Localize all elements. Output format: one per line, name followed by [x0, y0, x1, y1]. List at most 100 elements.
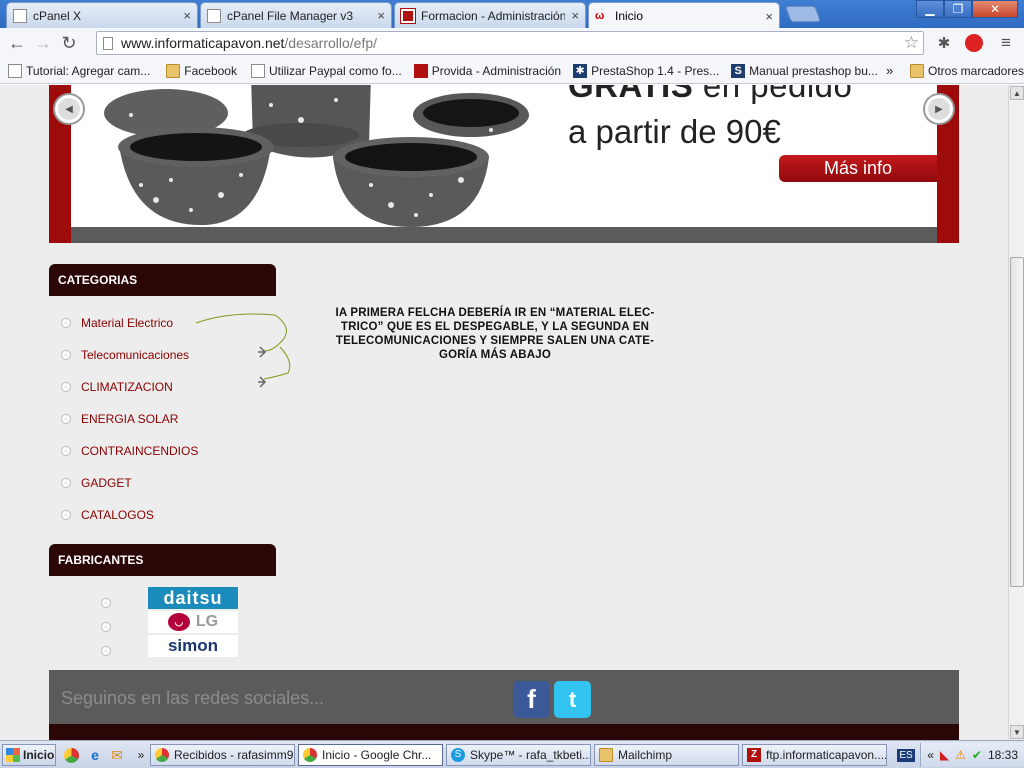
- close-icon[interactable]: ×: [377, 8, 385, 23]
- folder-icon: [910, 63, 924, 78]
- bookmark-label: Tutorial: Agregar cam...: [26, 63, 151, 78]
- page-icon: [13, 8, 27, 23]
- page-icon: [8, 63, 22, 78]
- ie-icon[interactable]: e: [86, 746, 104, 764]
- bullet-icon: [101, 622, 111, 632]
- tab-file-manager[interactable]: cPanel File Manager v3 ×: [200, 2, 392, 28]
- taskbar-item[interactable]: Mailchimp: [594, 744, 739, 766]
- close-window-button[interactable]: ✕: [972, 0, 1018, 18]
- category-item[interactable]: CONTRAINCENDIOS: [61, 444, 198, 458]
- daitsu-logo[interactable]: daitsu: [148, 587, 238, 609]
- page-viewport: GRATIS en pedido a partir de 90€ Más inf…: [0, 85, 1008, 740]
- taskbar-item[interactable]: Inicio - Google Chr...: [298, 744, 443, 766]
- bookmark-label: Otros marcadores: [928, 63, 1024, 78]
- start-button[interactable]: Inicio: [2, 743, 56, 766]
- tab-formacion[interactable]: Formacion - Administración ×: [394, 2, 586, 28]
- category-label: CLIMATIZACION: [81, 380, 173, 394]
- chrome-icon[interactable]: [62, 746, 80, 764]
- bookmark-item[interactable]: S Manual prestashop bu...: [727, 63, 882, 78]
- other-bookmarks[interactable]: Otros marcadores: [906, 63, 1024, 78]
- vertical-scrollbar[interactable]: ▲ ▼: [1008, 85, 1024, 740]
- forward-button[interactable]: →: [30, 30, 56, 56]
- new-tab-button[interactable]: [785, 6, 821, 22]
- bullet-icon: [61, 414, 71, 424]
- chrome-icon: [303, 748, 317, 762]
- promo-headline-rest: en pedido: [693, 85, 853, 104]
- category-item[interactable]: CLIMATIZACION: [61, 380, 173, 394]
- promo-headline: GRATIS en pedido: [568, 85, 852, 105]
- category-item[interactable]: Telecomunicaciones: [61, 348, 189, 362]
- outlook-icon[interactable]: ✉: [108, 746, 126, 764]
- scroll-down-icon[interactable]: ▼: [1010, 725, 1024, 739]
- bookmark-item[interactable]: Facebook: [162, 63, 241, 78]
- more-info-button[interactable]: Más info: [779, 155, 937, 182]
- bookmark-item[interactable]: Utilizar Paypal como fo...: [247, 63, 406, 78]
- address-bar[interactable]: www.informaticapavon.net/desarrollo/efp/…: [96, 31, 924, 55]
- slider-next-button[interactable]: ▶: [925, 95, 953, 123]
- social-text: Seguinos en las redes sociales...: [61, 688, 325, 708]
- browser-window: cPanel X × cPanel File Manager v3 × Form…: [0, 0, 1024, 768]
- folder-icon: [166, 63, 181, 78]
- banner-bottom-bar: [71, 227, 937, 243]
- category-label: Material Electrico: [81, 316, 174, 330]
- lg-logo-text: LG: [195, 613, 219, 630]
- reload-button[interactable]: ↻: [56, 30, 82, 56]
- bullet-icon: [61, 446, 71, 456]
- close-icon[interactable]: ×: [183, 8, 191, 23]
- tray-check-icon[interactable]: ✔: [972, 748, 982, 762]
- lg-logo[interactable]: ◡ LG: [148, 611, 238, 633]
- category-item[interactable]: CATALOGOS: [61, 508, 154, 522]
- scrollbar-thumb[interactable]: [1010, 257, 1024, 587]
- maximize-button[interactable]: ❐: [944, 0, 972, 18]
- language-label: ES: [897, 748, 915, 762]
- back-button[interactable]: ←: [4, 30, 30, 56]
- taskbar-label: Skype™ - rafa_tkbeti...: [470, 748, 591, 762]
- tab-cpanel-x[interactable]: cPanel X ×: [6, 2, 198, 28]
- category-item[interactable]: ENERGIA SOLAR: [61, 412, 178, 426]
- taskbar-item[interactable]: Zftp.informaticapavon....: [742, 744, 887, 766]
- extension-stop-icon[interactable]: [962, 30, 986, 56]
- bookmarks-overflow-button[interactable]: »: [882, 63, 897, 78]
- language-indicator[interactable]: ES: [897, 746, 915, 764]
- prestashop-icon: [400, 7, 416, 24]
- promo-banner[interactable]: GRATIS en pedido a partir de 90€ Más inf…: [49, 85, 959, 243]
- system-tray: « ◣ ⚠ ✔ 18:33: [920, 743, 1024, 767]
- scroll-up-icon[interactable]: ▲: [1010, 86, 1024, 100]
- ceramic-bowls-image: [71, 85, 531, 227]
- quicklaunch-overflow-button[interactable]: »: [132, 746, 150, 764]
- clock: 18:33: [987, 748, 1018, 762]
- tray-app-icon[interactable]: ◣: [940, 748, 949, 762]
- page-icon: [103, 36, 113, 50]
- folder-icon: [599, 748, 613, 762]
- bullet-icon: [61, 318, 71, 328]
- prestashop-icon: [413, 63, 428, 78]
- s-icon: S: [731, 63, 746, 78]
- close-icon[interactable]: ×: [571, 8, 579, 23]
- slider-prev-button[interactable]: ◀: [55, 95, 83, 123]
- category-label: ENERGIA SOLAR: [81, 412, 179, 426]
- taskbar-item[interactable]: Recibidos - rafasimm9...: [150, 744, 295, 766]
- window-controls: ▁ ❐ ✕: [916, 0, 1018, 18]
- close-icon[interactable]: ×: [765, 9, 773, 24]
- social-footer: Seguinos en las redes sociales... f t: [49, 670, 959, 740]
- facebook-icon[interactable]: f: [513, 681, 550, 718]
- bookmark-item[interactable]: Provida - Administración: [410, 63, 565, 78]
- extension-puzzle-icon[interactable]: ✱: [932, 30, 956, 56]
- twitter-icon[interactable]: t: [554, 681, 591, 718]
- simon-logo[interactable]: simon: [148, 635, 238, 657]
- tray-network-icon[interactable]: ⚠: [955, 748, 966, 762]
- bookmark-item[interactable]: ✱ PrestaShop 1.4 - Pres...: [569, 63, 723, 78]
- minimize-button[interactable]: ▁: [916, 0, 944, 18]
- tab-inicio[interactable]: ω Inicio ×: [588, 2, 780, 29]
- bookmark-item[interactable]: Tutorial: Agregar cam...: [4, 63, 154, 78]
- category-item[interactable]: Material Electrico: [61, 316, 173, 330]
- taskbar-item[interactable]: S Skype™ - rafa_tkbeti...: [446, 744, 591, 766]
- tray-overflow-button[interactable]: «: [927, 748, 934, 762]
- windows-logo-icon: [6, 747, 20, 762]
- bookmark-star-icon[interactable]: ☆: [904, 33, 919, 53]
- menu-icon[interactable]: ≡: [994, 30, 1018, 56]
- bookmark-label: Provida - Administración: [431, 63, 562, 78]
- category-item[interactable]: GADGET: [61, 476, 132, 490]
- taskbar-label: Recibidos - rafasimm9...: [174, 748, 295, 762]
- tab-title: cPanel X: [33, 8, 82, 23]
